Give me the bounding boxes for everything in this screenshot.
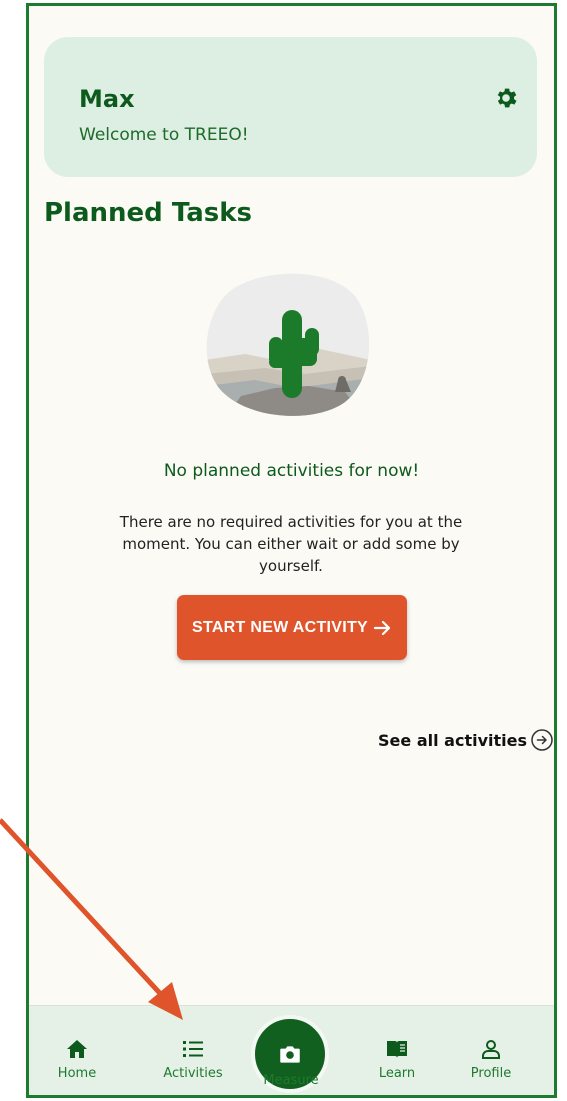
arrow-circle-right-icon — [531, 729, 553, 751]
empty-state-description: There are no required activities for you… — [91, 511, 491, 577]
arrow-right-icon — [374, 620, 391, 635]
empty-desc-line: yourself. — [259, 557, 323, 575]
app-screen: Max Welcome to TREEO! Planned Tasks No p… — [26, 3, 557, 1098]
empty-desc-line: There are no required activities for you… — [119, 513, 463, 531]
nav-home[interactable]: Home — [37, 1037, 117, 1081]
user-name: Max — [79, 85, 135, 113]
camera-icon — [280, 1046, 300, 1063]
welcome-card: Max Welcome to TREEO! — [44, 37, 537, 177]
gear-icon[interactable] — [493, 85, 519, 111]
list-icon — [183, 1041, 203, 1057]
planned-tasks-title: Planned Tasks — [44, 198, 252, 228]
nav-learn-label: Learn — [378, 1066, 416, 1081]
home-icon — [67, 1040, 87, 1058]
start-new-activity-button[interactable]: START NEW ACTIVITY — [177, 595, 407, 660]
nav-home-label: Home — [57, 1066, 97, 1081]
nav-measure-label: Measure — [263, 1073, 319, 1088]
cactus-illustration — [206, 273, 370, 416]
nav-profile[interactable]: Profile — [451, 1037, 531, 1081]
see-all-activities-link[interactable]: See all activities — [378, 728, 554, 752]
start-new-activity-label: START NEW ACTIVITY — [191, 618, 369, 636]
welcome-message: Welcome to TREEO! — [79, 125, 249, 145]
person-icon — [482, 1040, 500, 1059]
see-all-label: See all activities — [378, 730, 527, 750]
book-icon — [387, 1041, 407, 1058]
nav-learn[interactable]: Learn — [357, 1037, 437, 1081]
empty-state-title: No planned activities for now! — [163, 461, 420, 481]
empty-desc-line: moment. You can either wait or add some … — [122, 535, 460, 553]
nav-activities-label: Activities — [163, 1066, 223, 1081]
nav-activities[interactable]: Activities — [153, 1037, 233, 1081]
nav-profile-label: Profile — [470, 1066, 512, 1081]
